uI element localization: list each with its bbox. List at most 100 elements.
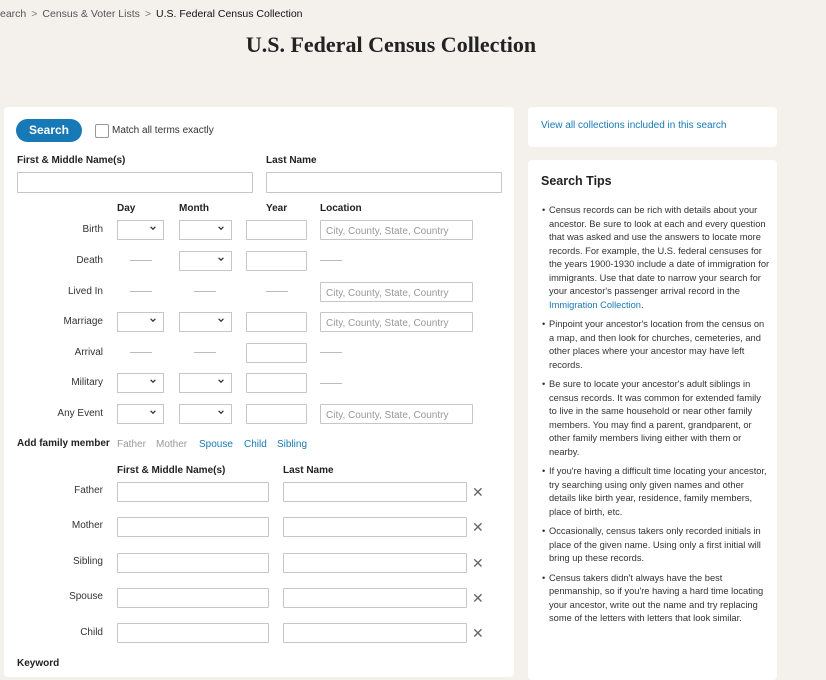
military-month-select[interactable] (179, 373, 232, 393)
marriage-location-input[interactable]: City, County, State, Country (320, 312, 473, 332)
search-tips-panel: Search Tips Census records can be rich w… (528, 160, 777, 680)
mother-first-input[interactable] (117, 517, 269, 537)
immigration-collection-link[interactable]: Immigration Collection (549, 300, 641, 310)
military-day-select[interactable] (117, 373, 164, 393)
arrival-month-disabled (194, 352, 216, 353)
sibling-remove-close-icon[interactable]: ✕ (472, 556, 484, 570)
breadcrumb-item-census[interactable]: Census & Voter Lists (42, 8, 139, 20)
match-exact-label: Match all terms exactly (112, 125, 214, 136)
lived-in-location-input[interactable]: City, County, State, Country (320, 282, 473, 302)
year-header: Year (266, 203, 288, 214)
lived-in-month-disabled (194, 291, 216, 292)
death-location-disabled (320, 260, 342, 261)
family-last-header: Last Name (283, 465, 334, 476)
chevron-down-icon (218, 257, 224, 262)
search-tip: Census takers didn't always have the bes… (542, 572, 770, 626)
chevron-down-icon (150, 379, 156, 384)
chevron-right-icon: > (31, 8, 38, 20)
spouse-label: Spouse (69, 591, 103, 602)
last-name-input[interactable] (266, 172, 502, 193)
death-day-disabled (130, 260, 152, 261)
month-header: Month (179, 203, 209, 214)
arrival-location-disabled (320, 352, 342, 353)
search-tip: Occasionally, census takers only recorde… (542, 525, 770, 566)
search-tip: Be sure to locate your ancestor's adult … (542, 378, 770, 459)
mother-last-input[interactable] (283, 517, 467, 537)
arrival-day-disabled (130, 352, 152, 353)
location-header: Location (320, 203, 362, 214)
family-first-header: First & Middle Name(s) (117, 465, 226, 476)
child-first-input[interactable] (117, 623, 269, 643)
search-tips-list: Census records can be rich with details … (542, 204, 770, 632)
lived-in-label: Lived In (67, 286, 103, 297)
arrival-label: Arrival (74, 347, 103, 358)
death-year-input[interactable] (246, 251, 307, 271)
arrival-year-input[interactable] (246, 343, 307, 363)
chevron-down-icon (150, 318, 156, 323)
chevron-right-icon: > (144, 8, 152, 20)
sibling-label: Sibling (72, 556, 103, 567)
child-label: Child (80, 627, 103, 638)
child-remove-close-icon[interactable]: ✕ (472, 626, 484, 640)
child-last-input[interactable] (283, 623, 467, 643)
father-last-input[interactable] (283, 482, 467, 502)
any-event-year-input[interactable] (246, 404, 307, 424)
chevron-down-icon (150, 226, 156, 231)
breadcrumb-current: U.S. Federal Census Collection (156, 8, 303, 20)
add-mother-option: Mother (156, 439, 188, 450)
chevron-down-icon (218, 318, 224, 323)
search-tip: Pinpoint your ancestor's location from t… (542, 318, 770, 372)
view-collections-panel: View all collections included in this se… (528, 107, 777, 147)
sibling-last-input[interactable] (283, 553, 467, 573)
chevron-down-icon (218, 226, 224, 231)
search-tip: Census records can be rich with details … (542, 204, 770, 312)
first-name-input[interactable] (17, 172, 253, 193)
breadcrumb: earch > Census & Voter Lists > U.S. Federal … (0, 8, 303, 20)
add-father-option: Father (117, 439, 146, 450)
birth-label: Birth (82, 224, 103, 235)
add-spouse-link[interactable]: Spouse (199, 439, 233, 450)
search-form-panel: Search Match all terms exactly First & M… (4, 107, 514, 677)
chevron-down-icon (218, 410, 224, 415)
lived-in-year-disabled (266, 291, 288, 292)
any-event-month-select[interactable] (179, 404, 232, 424)
last-name-label: Last Name (266, 155, 317, 166)
search-tips-title: Search Tips (541, 174, 612, 188)
add-child-link[interactable]: Child (244, 439, 267, 450)
military-label: Military (71, 377, 103, 388)
father-label: Father (74, 485, 103, 496)
marriage-month-select[interactable] (179, 312, 232, 332)
add-sibling-link[interactable]: Sibling (277, 439, 307, 450)
spouse-remove-close-icon[interactable]: ✕ (472, 591, 484, 605)
birth-month-select[interactable] (179, 220, 232, 240)
death-month-select[interactable] (179, 251, 232, 271)
birth-year-input[interactable] (246, 220, 307, 240)
chevron-down-icon (218, 379, 224, 384)
sibling-first-input[interactable] (117, 553, 269, 573)
spouse-last-input[interactable] (283, 588, 467, 608)
military-year-input[interactable] (246, 373, 307, 393)
father-first-input[interactable] (117, 482, 269, 502)
search-tip: If you're having a difficult time locati… (542, 465, 770, 519)
match-exact-checkbox[interactable] (95, 124, 109, 138)
add-family-label: Add family member (17, 438, 110, 449)
any-event-location-input[interactable]: City, County, State, Country (320, 404, 473, 424)
breadcrumb-item-search[interactable]: earch (0, 8, 26, 20)
day-header: Day (117, 203, 136, 214)
mother-remove-close-icon[interactable]: ✕ (472, 520, 484, 534)
mother-label: Mother (71, 520, 103, 531)
any-event-label: Any Event (57, 408, 103, 419)
birth-day-select[interactable] (117, 220, 164, 240)
marriage-year-input[interactable] (246, 312, 307, 332)
lived-in-day-disabled (130, 291, 152, 292)
search-button[interactable]: Search (16, 119, 82, 142)
any-event-day-select[interactable] (117, 404, 164, 424)
birth-location-input[interactable]: City, County, State, Country (320, 220, 473, 240)
spouse-first-input[interactable] (117, 588, 269, 608)
father-remove-close-icon[interactable]: ✕ (472, 485, 484, 499)
view-all-collections-link[interactable]: View all collections included in this se… (541, 120, 726, 131)
marriage-day-select[interactable] (117, 312, 164, 332)
page-title: U.S. Federal Census Collection (245, 32, 537, 57)
first-name-label: First & Middle Name(s) (17, 155, 126, 166)
keyword-label: Keyword (17, 658, 60, 669)
